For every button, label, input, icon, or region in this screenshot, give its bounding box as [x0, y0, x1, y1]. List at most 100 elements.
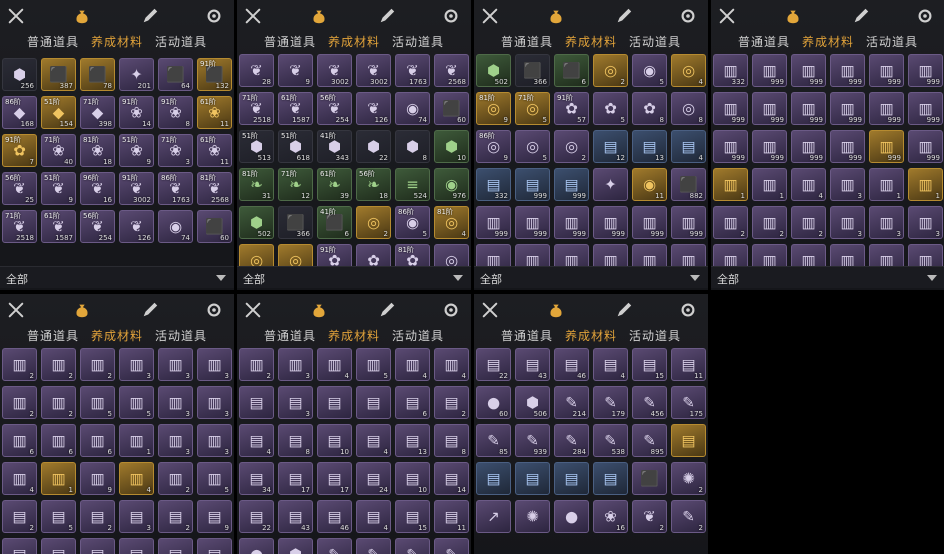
tab-normal-items[interactable]: 普通道具 — [738, 33, 790, 53]
brush-icon[interactable] — [614, 6, 634, 26]
item-slot[interactable]: ▤ 46 — [317, 500, 352, 533]
bag-icon[interactable] — [783, 6, 803, 26]
item-slot[interactable]: ▥2 — [713, 206, 748, 239]
item-slot[interactable]: ✎ 939 — [515, 424, 550, 457]
item-slot[interactable]: ▥999 — [830, 54, 865, 87]
tab-normal-items[interactable]: 普通道具 — [264, 327, 316, 347]
item-slot[interactable]: ◎ 81阶 4 — [434, 206, 469, 239]
item-slot[interactable]: ◉ 976 — [434, 168, 469, 201]
item-slot[interactable]: ●60 — [476, 386, 511, 419]
item-slot[interactable]: ▤ 12 — [593, 130, 628, 163]
item-slot[interactable]: ◎ 2 — [593, 54, 628, 87]
item-slot[interactable]: ❦ 71阶 2518 — [2, 210, 37, 243]
tab-growth-materials[interactable]: 养成材料 — [91, 327, 143, 347]
tab-event-items[interactable]: 活动道具 — [629, 33, 681, 53]
item-slot[interactable]: ⬛ 78 — [80, 58, 115, 91]
item-slot[interactable]: ▥999 — [752, 130, 787, 163]
item-slot[interactable]: ▥ 4 — [119, 462, 154, 495]
item-slot[interactable]: ❧ 71阶 12 — [278, 168, 313, 201]
item-slot[interactable]: ▤ 2 — [434, 386, 469, 419]
gear-icon[interactable] — [678, 300, 698, 320]
item-slot[interactable]: ❦ 28 — [239, 54, 274, 87]
bag-icon[interactable] — [309, 300, 329, 320]
item-slot[interactable]: ◉ 11 — [632, 168, 667, 201]
item-slot[interactable]: ▥2 — [791, 206, 826, 239]
item-slot[interactable]: ● — [554, 500, 589, 533]
item-slot[interactable]: ◎ 2 — [356, 206, 391, 239]
item-slot[interactable]: ✿ 91阶 7 — [2, 134, 37, 167]
item-slot[interactable]: ◆ 71阶 398 — [80, 96, 115, 129]
bag-icon[interactable] — [546, 6, 566, 26]
item-slot[interactable]: ⬛ 6 — [554, 54, 589, 87]
item-slot[interactable]: ✎ 895 — [632, 424, 667, 457]
item-slot[interactable]: ▥6 — [2, 424, 37, 457]
item-slot[interactable]: ❦ 3002 — [317, 54, 352, 87]
item-slot[interactable]: ✎ 538 — [593, 424, 628, 457]
item-slot[interactable]: ⬛ 41阶 6 — [317, 206, 352, 239]
item-slot[interactable]: ▥6 — [80, 424, 115, 457]
item-slot[interactable]: ▥2 — [239, 348, 274, 381]
item-slot[interactable]: ❦ 56阶 25 — [2, 172, 37, 205]
item-slot[interactable]: ❧ 61阶 39 — [317, 168, 352, 201]
item-slot[interactable]: ▥ 4 — [395, 348, 430, 381]
item-slot[interactable]: ▥3 — [158, 386, 193, 419]
gear-icon[interactable] — [678, 6, 698, 26]
item-slot[interactable]: ▤ — [356, 386, 391, 419]
item-slot[interactable]: ▤ 11 — [671, 348, 706, 381]
item-slot[interactable]: ⬛ 60 — [434, 92, 469, 125]
item-slot[interactable]: ⬢ 10 — [434, 130, 469, 163]
item-slot[interactable]: ⬢ 502 — [239, 206, 274, 239]
tab-normal-items[interactable]: 普通道具 — [27, 33, 79, 53]
item-slot[interactable]: ▥999 — [791, 92, 826, 125]
item-slot[interactable]: ▤ — [80, 538, 115, 554]
brush-icon[interactable] — [614, 300, 634, 320]
item-slot[interactable]: ▥5 — [197, 462, 232, 495]
item-slot[interactable]: ▥999 — [713, 92, 748, 125]
item-slot[interactable]: ▤ — [515, 462, 550, 495]
item-slot[interactable]: ⬢ 256 — [2, 58, 37, 91]
item-slot[interactable]: ❀ 51阶 9 — [119, 134, 154, 167]
item-slot[interactable]: ❀ 61阶 11 — [197, 96, 232, 129]
filter-dropdown[interactable]: 全部 — [474, 266, 708, 288]
tab-normal-items[interactable]: 普通道具 — [501, 33, 553, 53]
item-slot[interactable]: ⬛ — [632, 462, 667, 495]
item-slot[interactable]: ▥3 — [830, 168, 865, 201]
gear-icon[interactable] — [204, 6, 224, 26]
item-slot[interactable]: ⬛ 366 — [278, 206, 313, 239]
item-slot[interactable]: ❦ 56阶 254 — [317, 92, 352, 125]
item-slot[interactable]: ✎179 — [356, 538, 391, 554]
item-slot[interactable]: ▤ 10 — [395, 462, 430, 495]
item-slot[interactable]: ▥2 — [158, 462, 193, 495]
item-slot[interactable]: ▤ — [239, 386, 274, 419]
item-slot[interactable]: ▥2 — [2, 386, 37, 419]
item-slot[interactable]: ▤ 24 — [356, 462, 391, 495]
tab-normal-items[interactable]: 普通道具 — [27, 327, 79, 347]
tab-growth-materials[interactable]: 养成材料 — [328, 33, 380, 53]
item-slot[interactable]: ▥5 — [119, 386, 154, 419]
item-slot[interactable]: ▥999 — [752, 54, 787, 87]
bag-icon[interactable] — [72, 6, 92, 26]
item-slot[interactable]: ▥6 — [41, 424, 76, 457]
item-slot[interactable]: ▥999 — [869, 92, 904, 125]
item-slot[interactable]: ▥999 — [752, 92, 787, 125]
item-slot[interactable]: ▤ 2 — [2, 500, 37, 533]
brush-icon[interactable] — [140, 6, 160, 26]
item-slot[interactable]: ⬛ 882 — [671, 168, 706, 201]
item-slot[interactable]: ❀ 91阶 8 — [158, 96, 193, 129]
item-slot[interactable]: ⬢506 — [278, 538, 313, 554]
item-slot[interactable]: ▤ 332 — [476, 168, 511, 201]
item-slot[interactable]: ≡ 524 — [395, 168, 430, 201]
item-slot[interactable]: ▤ — [119, 538, 154, 554]
item-slot[interactable]: ✎214 — [317, 538, 352, 554]
swords-icon[interactable] — [6, 300, 26, 320]
item-slot[interactable]: ◉ 74 — [158, 210, 193, 243]
item-slot[interactable]: ❀ 91阶 14 — [119, 96, 154, 129]
item-slot[interactable]: ✿5 — [593, 92, 628, 125]
item-slot[interactable]: ✎456 — [395, 538, 430, 554]
item-slot[interactable]: ▥999 — [869, 130, 904, 163]
item-slot[interactable]: ▥3 — [197, 386, 232, 419]
item-slot[interactable]: ▤ 15 — [632, 348, 667, 381]
item-slot[interactable]: ▤ 46 — [554, 348, 589, 381]
tab-event-items[interactable]: 活动道具 — [866, 33, 918, 53]
item-slot[interactable]: ❦ 2568 — [434, 54, 469, 87]
